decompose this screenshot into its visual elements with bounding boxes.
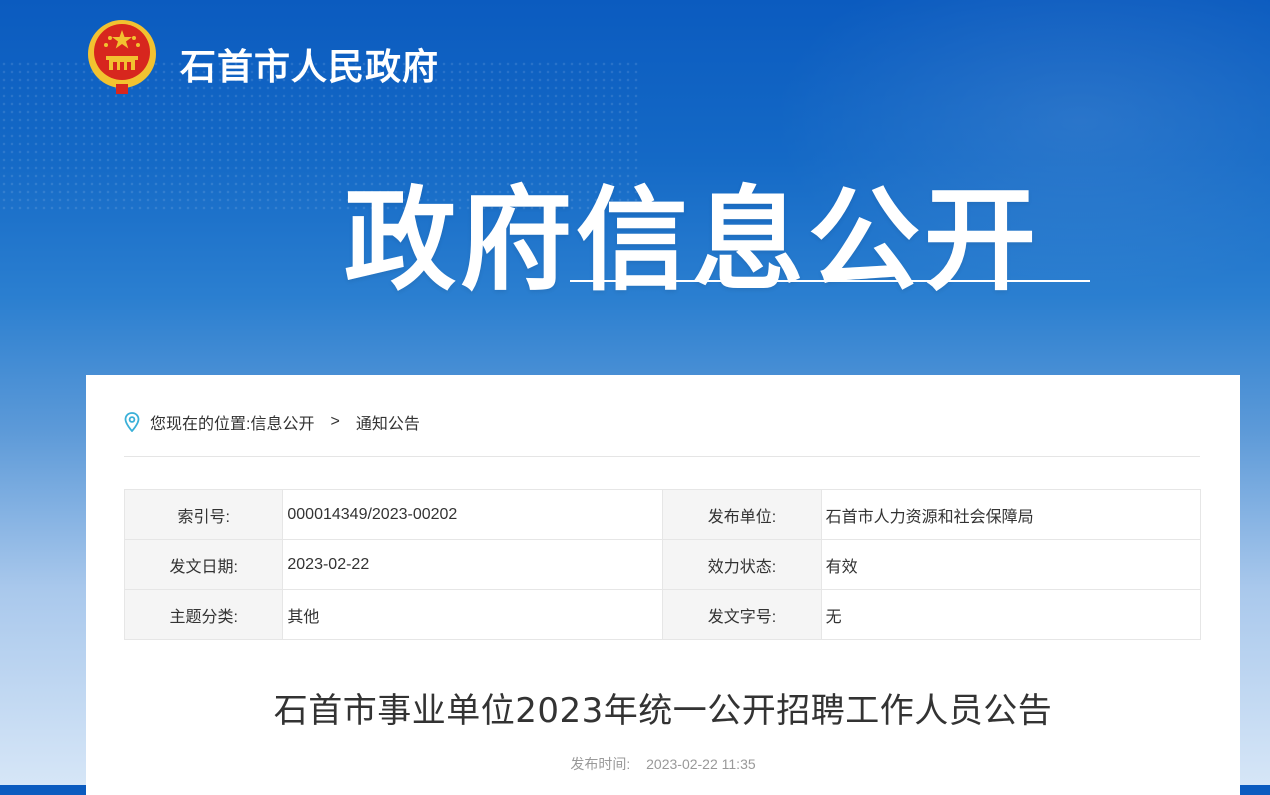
meta-label-validity: 效力状态: — [662, 539, 822, 590]
meta-value-publisher: 石首市人力资源和社会保障局 — [820, 489, 1202, 540]
table-row: 发文日期: 2023-02-22 效力状态: 有效 — [123, 539, 1202, 590]
meta-label-issue-date: 发文日期: — [123, 539, 284, 590]
meta-label-index: 索引号: — [123, 489, 284, 540]
article-title: 石首市事业单位2023年统一公开招聘工作人员公告 — [273, 691, 1053, 731]
national-emblem-icon[interactable] — [86, 18, 158, 96]
location-pin-icon — [124, 412, 140, 432]
breadcrumb-item-info-disclosure[interactable]: 信息公开 — [250, 410, 314, 434]
table-row: 主题分类: 其他 发文字号: 无 — [123, 589, 1202, 640]
site-title[interactable]: 石首市人民政府 — [180, 38, 439, 90]
breadcrumb-separator: > — [330, 413, 340, 430]
meta-value-validity: 有效 — [820, 539, 1202, 590]
document-meta-table: 索引号: 000014349/2023-00202 发布单位: 石首市人力资源和… — [123, 489, 1202, 640]
publish-time-label: 发布时间: — [570, 756, 631, 772]
breadcrumb-divider — [124, 456, 1200, 457]
header-banner: 石首市人民政府 政府信息公开 — [0, 0, 1270, 380]
meta-label-topic: 主题分类: — [123, 589, 284, 640]
meta-value-topic: 其他 — [282, 589, 664, 640]
table-row: 索引号: 000014349/2023-00202 发布单位: 石首市人力资源和… — [123, 489, 1202, 540]
breadcrumb-prefix: 您现在的位置: — [150, 416, 251, 433]
meta-value-issue-date: 2023-02-22 — [282, 539, 664, 590]
meta-value-doc-number: 无 — [820, 589, 1202, 640]
breadcrumb-item-notices[interactable]: 通知公告 — [356, 410, 420, 434]
content-card: 您现在的位置: 信息公开 > 通知公告 索引号: 000014349/2023-… — [86, 375, 1240, 795]
hero-title: 政府信息公开 — [344, 176, 1040, 306]
meta-label-publisher: 发布单位: — [662, 489, 822, 540]
meta-label-doc-number: 发文字号: — [662, 589, 822, 640]
publish-time: 发布时间: 2023-02-22 11:35 — [86, 754, 1240, 774]
meta-value-index: 000014349/2023-00202 — [282, 489, 664, 540]
publish-time-value: 2023-02-22 11:35 — [646, 756, 756, 772]
hero-underline — [570, 280, 1090, 282]
breadcrumb: 您现在的位置: 信息公开 > 通知公告 — [124, 411, 420, 433]
